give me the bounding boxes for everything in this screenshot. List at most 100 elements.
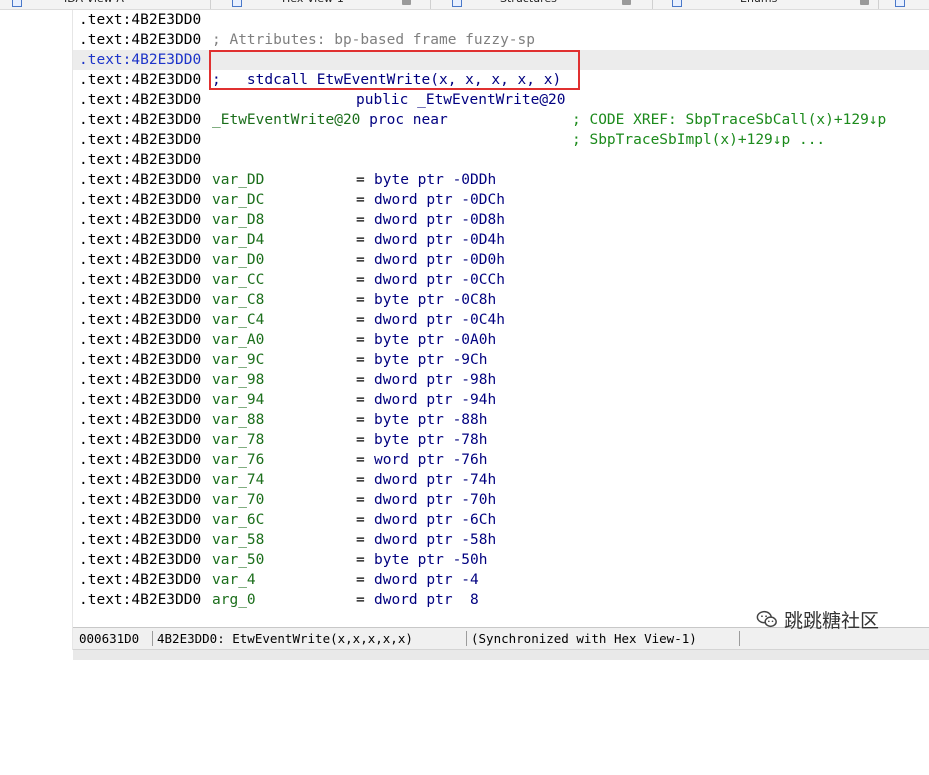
listing-line[interactable]: .text:4B2E3DD0 var_CC = dword ptr -0CCh [73,270,929,290]
listing-line[interactable]: .text:4B2E3DD0 var_6C = dword ptr -6Ch [73,510,929,530]
close-icon[interactable] [622,0,631,5]
line-address[interactable]: .text:4B2E3DD0 [79,450,201,470]
equals-sign: = [356,332,365,348]
line-address[interactable]: .text:4B2E3DD0 [79,410,201,430]
stack-var-name[interactable]: var_6C [212,510,264,530]
line-address[interactable]: .text:4B2E3DD0 [79,210,201,230]
line-address[interactable]: .text:4B2E3DD0 [79,390,201,410]
stack-var-name[interactable]: var_D0 [212,250,264,270]
equals-sign: = [356,212,365,228]
stack-var-name[interactable]: var_CC [212,270,264,290]
line-address[interactable]: .text:4B2E3DD0 [79,490,201,510]
tab-enums[interactable]: Enums [740,0,777,9]
listing-line[interactable]: .text:4B2E3DD0 var_9C = byte ptr -9Ch [73,350,929,370]
stack-var-name[interactable]: var_C4 [212,310,264,330]
stack-var-name[interactable]: var_70 [212,490,264,510]
listing-line[interactable]: .text:4B2E3DD0 var_D0 = dword ptr -0D0h [73,250,929,270]
stack-var-name[interactable]: var_A0 [212,330,264,350]
line-address[interactable]: .text:4B2E3DD0 [79,470,201,490]
line-address[interactable]: .text:4B2E3DD0 [79,430,201,450]
stack-var-name[interactable]: var_78 [212,430,264,450]
horizontal-scrollbar[interactable] [73,649,929,660]
stack-var-name[interactable]: var_76 [212,450,264,470]
stack-var-name[interactable]: var_50 [212,550,264,570]
watermark-text: 跳跳糖社区 [784,609,880,632]
tab-separator [878,0,879,9]
code-xref[interactable]: ; SbpTraceSbImpl(x)+129↓p ... [572,130,825,150]
listing-line[interactable]: .text:4B2E3DD0 var_D4 = dword ptr -0D4h [73,230,929,250]
stack-var-name[interactable]: var_4 [212,570,256,590]
stack-var-name[interactable]: var_74 [212,470,264,490]
tab-structures[interactable]: Structures [500,0,557,9]
line-address[interactable]: .text:4B2E3DD0 [79,30,201,50]
listing-line[interactable]: .text:4B2E3DD0 var_70 = dword ptr -70h [73,490,929,510]
line-address[interactable]: .text:4B2E3DD0 [79,10,201,30]
equals-sign: = [356,252,365,268]
line-address[interactable]: .text:4B2E3DD0 [79,250,201,270]
close-icon[interactable] [860,0,869,5]
line-address[interactable]: .text:4B2E3DD0 [79,190,201,210]
line-address[interactable]: .text:4B2E3DD0 [79,310,201,330]
listing-line[interactable]: .text:4B2E3DD0 _EtwEventWrite@20 proc nea… [73,110,929,130]
line-address[interactable]: .text:4B2E3DD0 [79,510,201,530]
listing-line[interactable]: .text:4B2E3DD0 var_DD = byte ptr -0DDh [73,170,929,190]
code-xref[interactable]: ; CODE XREF: SbpTraceSbCall(x)+129↓p [572,110,886,130]
line-address[interactable]: .text:4B2E3DD0 [79,230,201,250]
listing-line[interactable]: .text:4B2E3DD0 var_58 = dword ptr -58h [73,530,929,550]
stack-var-name[interactable]: var_9C [212,350,264,370]
line-address[interactable]: .text:4B2E3DD0 [79,170,201,190]
listing-line[interactable]: .text:4B2E3DD0 var_94 = dword ptr -94h [73,390,929,410]
line-address[interactable]: .text:4B2E3DD0 [79,570,201,590]
listing-line[interactable]: .text:4B2E3DD0 ; SbpTraceSbImpl(x)+129↓p … [73,130,929,150]
line-address[interactable]: .text:4B2E3DD0 [79,530,201,550]
listing-line[interactable]: .text:4B2E3DD0 var_C4 = dword ptr -0C4h [73,310,929,330]
listing-line[interactable]: .text:4B2E3DD0 [73,10,929,30]
tab-hex-view-1[interactable]: Hex View-1 [282,0,344,9]
stack-var-type: dword ptr -70h [374,492,497,508]
listing-line[interactable]: .text:4B2E3DD0 var_74 = dword ptr -74h [73,470,929,490]
listing-line[interactable]: .text:4B2E3DD0 var_88 = byte ptr -88h [73,410,929,430]
stack-var-name[interactable]: var_D4 [212,230,264,250]
line-address[interactable]: .text:4B2E3DD0 [79,70,201,90]
stack-var-name[interactable]: var_94 [212,390,264,410]
line-address[interactable]: .text:4B2E3DD0 [79,550,201,570]
line-address[interactable]: .text:4B2E3DD0 [79,350,201,370]
listing-line[interactable]: .text:4B2E3DD0 var_50 = byte ptr -50h [73,550,929,570]
line-address[interactable]: .text:4B2E3DD0 [79,290,201,310]
equals-sign: = [356,432,365,448]
stack-var-name[interactable]: var_88 [212,410,264,430]
equals-sign: = [356,472,365,488]
listing-line[interactable]: .text:4B2E3DD0 var_C8 = byte ptr -0C8h [73,290,929,310]
line-address[interactable]: .text:4B2E3DD0 [79,270,201,290]
listing-line[interactable]: .text:4B2E3DD0 [73,150,929,170]
stack-var-name[interactable]: var_98 [212,370,264,390]
tab-icon [895,0,905,7]
listing-line[interactable]: .text:4B2E3DD0 var_D8 = dword ptr -0D8h [73,210,929,230]
line-address[interactable]: .text:4B2E3DD0 [79,130,201,150]
line-address[interactable]: .text:4B2E3DD0 [79,90,201,110]
line-address[interactable]: .text:4B2E3DD0 [79,150,201,170]
stack-var-name[interactable]: var_DC [212,190,264,210]
line-address[interactable]: .text:4B2E3DD0 [79,330,201,350]
listing-line[interactable]: .text:4B2E3DD0 public _EtwEventWrite@20 [73,90,929,110]
stack-var-name[interactable]: var_C8 [212,290,264,310]
line-address[interactable]: .text:4B2E3DD0 [79,110,201,130]
listing-line[interactable]: .text:4B2E3DD0 var_DC = dword ptr -0DCh [73,190,929,210]
listing-line[interactable]: .text:4B2E3DD0 var_98 = dword ptr -98h [73,370,929,390]
disassembly-listing[interactable]: .text:4B2E3DD0 .text:4B2E3DD0; Attributes… [73,10,929,630]
line-address[interactable]: .text:4B2E3DD0 [79,50,201,70]
listing-line[interactable]: .text:4B2E3DD0 var_4 = dword ptr -4 [73,570,929,590]
stack-var-name[interactable]: var_DD [212,170,264,190]
stack-var-name[interactable]: var_D8 [212,210,264,230]
line-address[interactable]: .text:4B2E3DD0 [79,590,201,610]
close-icon[interactable] [402,0,411,5]
listing-line[interactable]: .text:4B2E3DD0 var_78 = byte ptr -78h [73,430,929,450]
proc-name[interactable]: _EtwEventWrite@20 [212,112,360,128]
listing-line[interactable]: .text:4B2E3DD0 ; Attributes: bp-based fra… [73,30,929,50]
tab-ida-view-a[interactable]: IDA View-A [64,0,124,9]
stack-var-name[interactable]: arg_0 [212,590,256,610]
stack-var-name[interactable]: var_58 [212,530,264,550]
listing-line[interactable]: .text:4B2E3DD0 var_76 = word ptr -76h [73,450,929,470]
listing-line[interactable]: .text:4B2E3DD0 var_A0 = byte ptr -0A0h [73,330,929,350]
line-address[interactable]: .text:4B2E3DD0 [79,370,201,390]
